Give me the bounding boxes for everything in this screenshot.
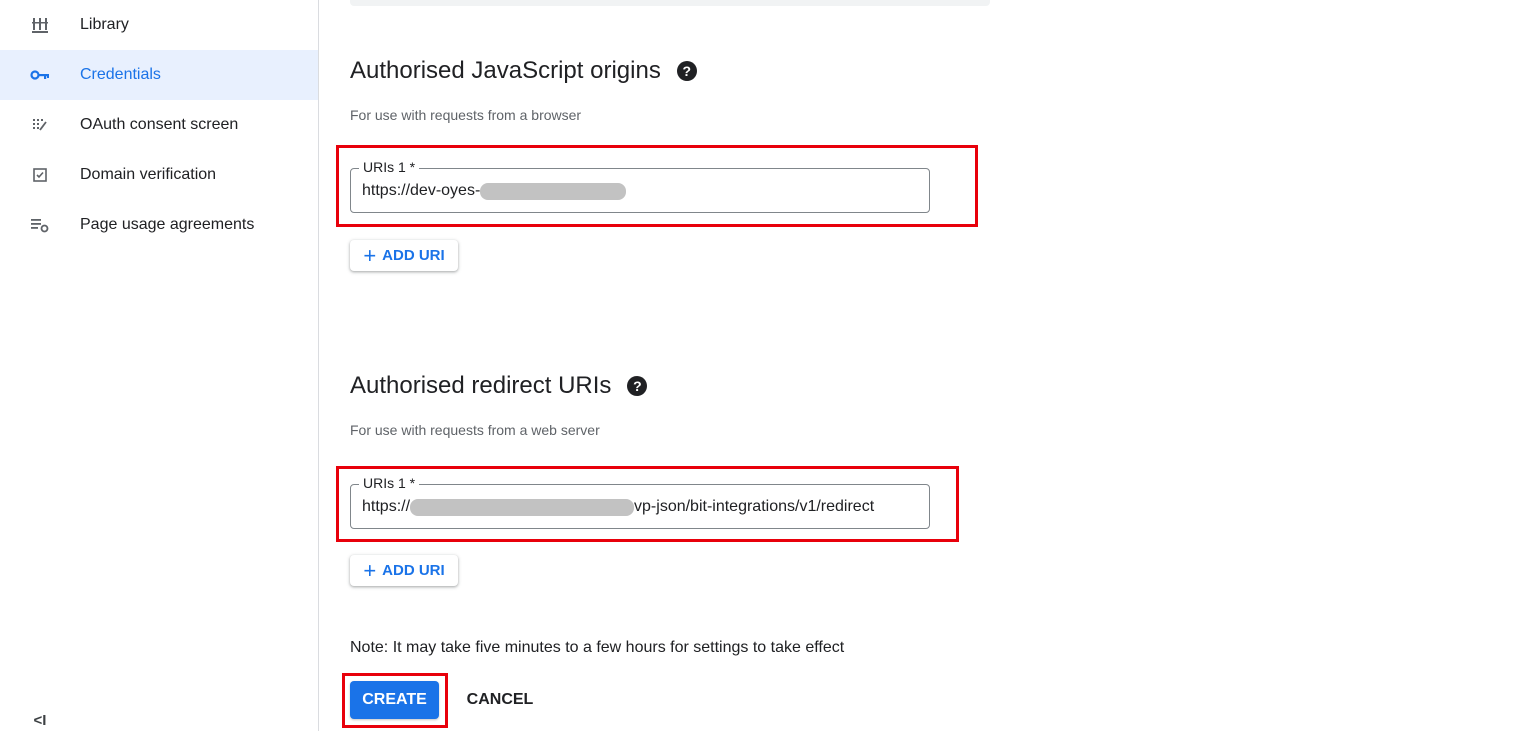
- add-js-origin-uri-button[interactable]: + ADD URI: [350, 240, 458, 271]
- settings-list-icon: [30, 215, 50, 235]
- redirect-uris-title: Authorised redirect URIs ?: [350, 372, 648, 400]
- sidebar: Library Credentials OAuth consent screen…: [0, 0, 319, 731]
- sidebar-item-label: Page usage agreements: [80, 216, 255, 233]
- sidebar-item-library[interactable]: Library: [0, 0, 318, 50]
- sidebar-item-label: OAuth consent screen: [80, 116, 239, 133]
- cancel-button[interactable]: CANCEL: [455, 681, 545, 719]
- consent-icon: [30, 115, 50, 135]
- help-icon[interactable]: ?: [676, 61, 697, 81]
- sidebar-item-domain-verification[interactable]: Domain verification: [0, 150, 318, 200]
- field-label: URIs 1 *: [359, 475, 420, 491]
- redacted-text: [410, 498, 635, 516]
- checkbox-icon: [30, 165, 50, 185]
- js-origins-title: Authorised JavaScript origins ?: [350, 57, 697, 85]
- field-value: https://dev-oyes-: [362, 182, 627, 200]
- js-origin-uri-field[interactable]: URIs 1 * https://dev-oyes-: [350, 159, 930, 213]
- key-icon: [30, 65, 50, 85]
- create-button[interactable]: CREATE: [350, 681, 439, 719]
- library-icon: [30, 15, 50, 35]
- redacted-text: [480, 182, 627, 200]
- redirect-uris-subtitle: For use with requests from a web server: [350, 422, 600, 438]
- redirect-uris-title-text: Authorised redirect URIs: [350, 372, 612, 399]
- add-redirect-uri-button[interactable]: + ADD URI: [350, 555, 458, 586]
- sidebar-item-label: Library: [80, 16, 129, 33]
- field-label: URIs 1 *: [359, 159, 420, 175]
- sidebar-item-credentials[interactable]: Credentials: [0, 50, 318, 100]
- sidebar-item-oauth-consent[interactable]: OAuth consent screen: [0, 100, 318, 150]
- settings-note: Note: It may take five minutes to a few …: [350, 639, 845, 656]
- plus-icon: +: [363, 557, 377, 583]
- js-origins-subtitle: For use with requests from a browser: [350, 107, 582, 123]
- field-value: https://vp-json/bit-integrations/v1/redi…: [362, 498, 875, 516]
- sidebar-item-label: Credentials: [80, 66, 161, 83]
- collapse-sidebar-button[interactable]: <I: [30, 710, 50, 730]
- previous-section-bottom: [350, 0, 990, 6]
- sidebar-item-label: Domain verification: [80, 166, 217, 183]
- redirect-uri-field[interactable]: URIs 1 * https://vp-json/bit-integration…: [350, 475, 930, 529]
- sidebar-item-page-usage[interactable]: Page usage agreements: [0, 200, 318, 250]
- js-origins-title-text: Authorised JavaScript origins: [350, 57, 661, 84]
- plus-icon: +: [363, 242, 377, 268]
- help-icon[interactable]: ?: [627, 376, 648, 396]
